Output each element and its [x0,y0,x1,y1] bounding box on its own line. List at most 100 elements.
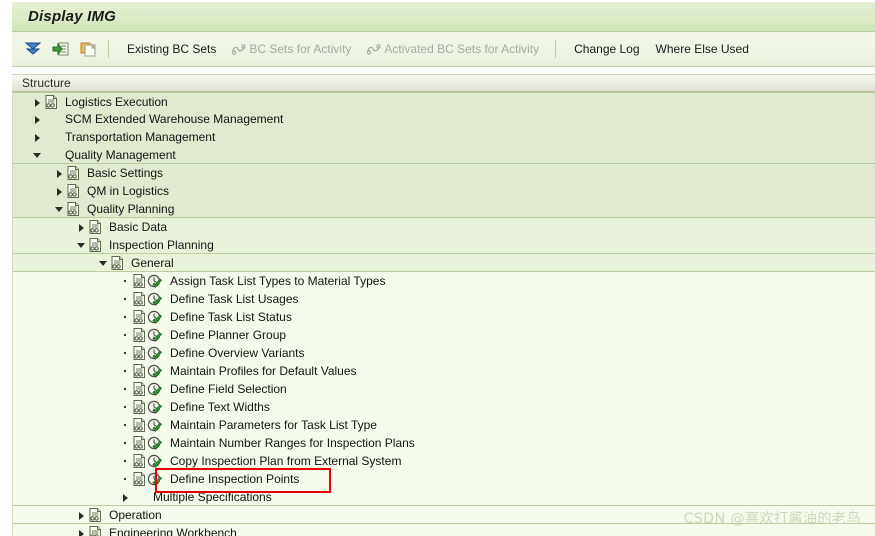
tree-row-label: Maintain Number Ranges for Inspection Pl… [170,436,415,450]
tree-row[interactable]: Inspection Planning [13,236,875,254]
document-icon [44,146,59,164]
tree-row-label: Define Field Selection [170,382,287,396]
change-log-button[interactable]: Change Log [566,40,647,58]
document-icon [88,524,103,536]
chevron-right-icon[interactable] [53,164,66,182]
tree-row-label: General [131,255,174,270]
activated-bc-sets-for-activity-button: Activated BC Sets for Activity [359,40,547,58]
bc-sets-for-activity-button: BC Sets for Activity [224,40,359,58]
img-activity-icon[interactable] [147,398,164,416]
chevron-right-icon[interactable] [53,182,66,200]
document-icon [132,416,147,434]
tree-row[interactable]: SCM Extended Warehouse Management [13,110,875,128]
toolbar-divider [108,40,109,58]
tree-row-label: Basic Data [109,220,168,234]
chevron-right-icon[interactable] [31,128,44,146]
document-icon [66,182,81,200]
structure-header-label: Structure [22,76,71,90]
tree-row[interactable]: Basic Data [13,218,875,236]
img-structure-tree[interactable]: Logistics Execution SCM Extended Warehous… [12,92,875,536]
img-activity-icon[interactable] [147,308,164,326]
chevron-down-icon[interactable] [53,200,66,218]
img-activity-icon[interactable] [147,290,164,308]
tree-row[interactable]: Operation [13,506,875,524]
chevron-right-icon[interactable] [75,218,88,236]
activated-bc-sets-for-activity-button-label: Activated BC Sets for Activity [384,42,540,56]
expand-node-icon[interactable] [50,38,72,60]
img-activity-icon[interactable] [147,344,164,362]
tree-row[interactable]: Copy Inspection Plan from External Syste… [13,452,875,470]
tree-row[interactable]: Maintain Number Ranges for Inspection Pl… [13,434,875,452]
tree-row-label: Logistics Execution [65,94,168,109]
chevron-down-icon[interactable] [75,236,88,254]
tree-row[interactable]: Define Inspection Points [13,470,875,488]
chevron-right-icon[interactable] [75,524,88,536]
tree-row[interactable]: Transportation Management [13,128,875,146]
tree-row[interactable]: Define Field Selection [13,380,875,398]
document-icon [132,398,147,416]
img-activity-icon[interactable] [147,362,164,380]
chevron-right-icon[interactable] [31,110,44,128]
tree-row[interactable]: QM in Logistics [13,182,875,200]
img-activity-icon[interactable] [147,452,164,470]
tree-row-label: Define Inspection Points [170,472,300,486]
chevron-right-icon[interactable] [31,93,44,111]
tree-row[interactable]: Quality Management [13,146,875,164]
tree-row[interactable]: Define Task List Status [13,308,875,326]
tree-row[interactable]: Logistics Execution [13,92,875,110]
tree-row-label: Copy Inspection Plan from External Syste… [170,454,402,468]
collapse-all-icon[interactable] [22,38,44,60]
tree-row[interactable]: Assign Task List Types to Material Types [13,272,875,290]
tree-row[interactable]: Define Planner Group [13,326,875,344]
document-icon [132,344,147,362]
tree-row[interactable]: General [13,254,875,272]
tree-row-label: Maintain Profiles for Default Values [170,364,357,378]
bullet-icon [119,434,132,452]
chevron-down-icon[interactable] [31,146,44,164]
img-activity-icon[interactable] [147,380,164,398]
tree-row[interactable]: Maintain Parameters for Task List Type [13,416,875,434]
document-icon [132,380,147,398]
chevron-down-icon[interactable] [97,254,110,272]
img-activity-icon[interactable] [147,416,164,434]
tree-row[interactable]: Define Text Widths [13,398,875,416]
copy-clipboard-icon[interactable] [78,38,100,60]
tree-row-label: Define Overview Variants [170,346,305,360]
tree-row[interactable]: Define Task List Usages [13,290,875,308]
tree-row[interactable]: Engineering Workbench [13,524,875,536]
img-activity-icon[interactable] [147,326,164,344]
document-icon [66,164,81,182]
where-else-used-button[interactable]: Where Else Used [648,40,757,58]
existing-bc-sets-button[interactable]: Existing BC Sets [119,40,224,58]
chevron-right-icon[interactable] [119,488,132,506]
tree-row[interactable]: Multiple Specifications [13,488,875,506]
chevron-right-icon[interactable] [75,506,88,524]
img-activity-icon[interactable] [147,470,164,488]
tree-row[interactable]: Basic Settings [13,164,875,182]
document-icon [44,110,59,128]
tree-row[interactable]: Quality Planning [13,200,875,218]
img-activity-icon[interactable] [147,434,164,452]
document-icon [132,362,147,380]
tree-row-label: Define Planner Group [170,328,287,342]
bullet-icon [119,380,132,398]
tree-row[interactable]: Maintain Profiles for Default Values [13,362,875,380]
bullet-icon [119,272,132,290]
tree-row-label: Assign Task List Types to Material Types [170,274,386,288]
tree-row[interactable]: Define Overview Variants [13,344,875,362]
img-activity-icon[interactable] [147,272,164,290]
